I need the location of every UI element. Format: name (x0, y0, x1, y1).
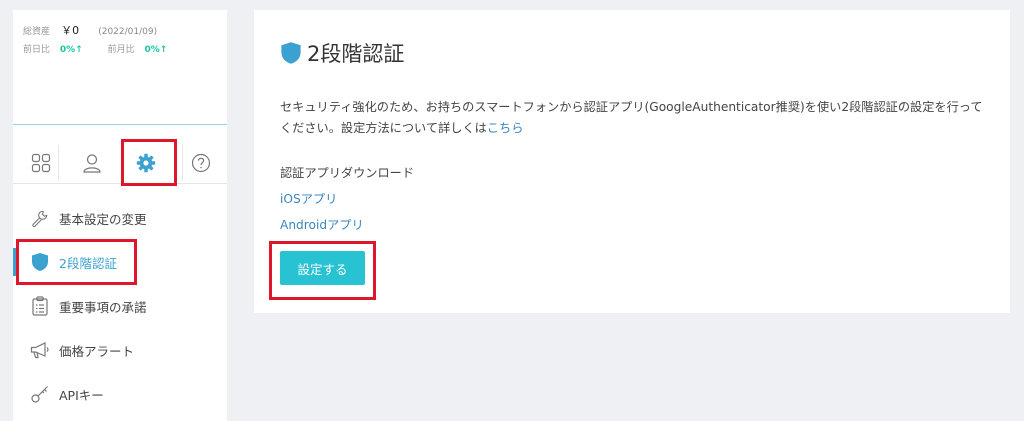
menu-item-price-alert[interactable]: 価格アラート (13, 328, 227, 372)
tab-settings[interactable] (128, 145, 164, 181)
menu-item-label: 2段階認証 (59, 255, 117, 271)
ios-app-link[interactable]: iOSアプリ (280, 189, 337, 207)
prev-day-value: 0%↑ (59, 45, 83, 55)
two-factor-card: 2段階認証 セキュリティ強化のため、お持ちのスマートフォンから認証アプリ(Goo… (254, 10, 1010, 313)
clipboard-icon (32, 296, 48, 316)
tab-account[interactable] (74, 145, 110, 181)
android-app-link[interactable]: Androidアプリ (280, 215, 364, 233)
settings-menu: 基本設定の変更 2段階認証 重要事項の承諾 価格アラート APIキー (13, 196, 227, 416)
tab-dashboard[interactable] (23, 145, 59, 181)
total-assets-label: 総資産 (23, 27, 51, 37)
menu-item-important-terms[interactable]: 重要事項の承諾 (13, 284, 227, 328)
page-title: 2段階認証 (307, 42, 405, 66)
key-icon (31, 386, 48, 403)
menu-item-label: 価格アラート (59, 343, 135, 359)
download-heading: 認証アプリダウンロード (280, 166, 415, 180)
description-text: セキュリティ強化のため、お持ちのスマートフォンから認証アプリ(GoogleAut… (280, 100, 983, 135)
prev-month-label: 前月比 (107, 45, 135, 55)
menu-item-basic-settings[interactable]: 基本設定の変更 (13, 196, 227, 240)
menu-item-label: 基本設定の変更 (59, 211, 147, 227)
setup-button[interactable]: 設定する (280, 251, 365, 285)
menu-item-label: 重要事項の承諾 (59, 299, 147, 315)
menu-item-api-key[interactable]: APIキー (13, 372, 227, 416)
tab-help[interactable] (182, 145, 218, 181)
shield-icon (281, 42, 301, 64)
icon-tab-bar (13, 140, 227, 184)
megaphone-icon (30, 342, 49, 359)
user-icon (83, 154, 101, 173)
question-icon (191, 153, 210, 173)
gear-icon (136, 153, 156, 173)
sidebar: 総資産 ￥0 (2022/01/09) 前日比 0%↑ 前月比 0%↑ 基本設定… (13, 10, 227, 421)
total-assets-value: ￥0 (61, 24, 80, 37)
page-title-row: 2段階認証 (280, 38, 404, 68)
asset-date: (2022/01/09) (98, 27, 158, 37)
wrench-icon (32, 210, 48, 227)
shield-icon (32, 253, 48, 271)
grid-icon (31, 153, 50, 173)
prev-day-label: 前日比 (23, 45, 51, 55)
description: セキュリティ強化のため、お持ちのスマートフォンから認証アプリ(GoogleAut… (280, 97, 990, 139)
menu-item-two-factor[interactable]: 2段階認証 (13, 240, 227, 284)
prev-month-value: 0%↑ (144, 45, 168, 55)
asset-summary: 総資産 ￥0 (2022/01/09) 前日比 0%↑ 前月比 0%↑ (13, 10, 227, 125)
menu-item-label: APIキー (59, 387, 104, 403)
details-link[interactable]: こちら (487, 121, 524, 135)
